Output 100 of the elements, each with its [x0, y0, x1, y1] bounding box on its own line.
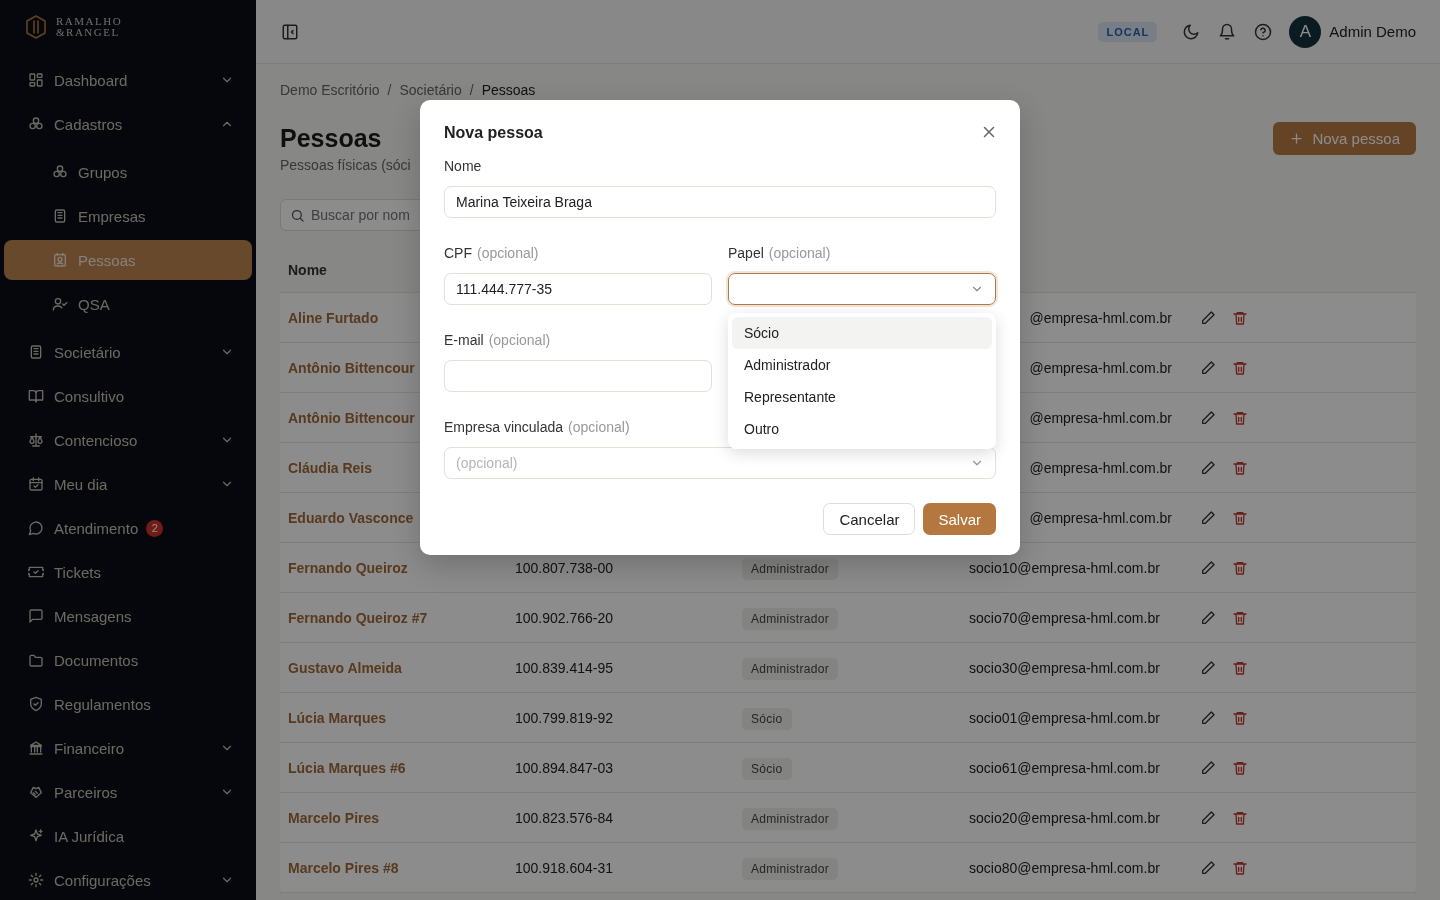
delete-icon[interactable]	[1232, 559, 1248, 576]
delete-icon[interactable]	[1232, 859, 1248, 876]
role-tag: Administrador	[742, 857, 838, 880]
delete-icon[interactable]	[1232, 759, 1248, 776]
edit-icon[interactable]	[1200, 759, 1216, 776]
sidebar-item[interactable]: Cadastros	[4, 104, 252, 144]
sidebar-item[interactable]: Financeiro	[4, 728, 252, 768]
contact-card-icon	[52, 252, 68, 268]
user-name[interactable]: Admin Demo	[1329, 23, 1416, 40]
help-icon[interactable]	[1253, 21, 1274, 42]
sidebar-item[interactable]: Empresas	[4, 196, 252, 236]
edit-icon[interactable]	[1200, 809, 1216, 826]
book-icon	[28, 388, 44, 404]
sidebar-item[interactable]: Contencioso	[4, 420, 252, 460]
field-label: Nome	[444, 158, 482, 174]
table-cell: @empresa-hml.com.br	[1029, 509, 1172, 526]
sidebar-item[interactable]: Consultivo	[4, 376, 252, 416]
person-name-link[interactable]: Lúcia Marques #6	[280, 759, 507, 776]
delete-icon[interactable]	[1232, 659, 1248, 676]
edit-icon[interactable]	[1200, 659, 1216, 676]
building-icon	[52, 208, 68, 224]
ticket-icon	[28, 564, 44, 580]
sidebar-item[interactable]: Tickets	[4, 552, 252, 592]
table-cell-text: socio01@empresa-hml.com.br	[968, 709, 1161, 726]
sidebar-item[interactable]: Configurações	[4, 860, 252, 900]
input-field[interactable]: 111.444.777-35	[444, 273, 712, 305]
field-label: Empresa vinculada	[444, 419, 564, 435]
page-subtitle: Pessoas físicas (sóci	[280, 157, 411, 173]
sidebar-item[interactable]: Regulamentos	[4, 684, 252, 724]
delete-icon[interactable]	[1232, 459, 1248, 476]
edit-icon[interactable]	[1200, 409, 1216, 426]
dialog-title: Nova pessoa	[444, 124, 543, 142]
chat-bubble-icon	[28, 520, 44, 536]
table-cell-text: 100.839.414-95	[514, 659, 615, 676]
optional-hint: (opcional)	[488, 332, 551, 348]
new-person-button[interactable]: Nova pessoa	[1273, 122, 1416, 155]
message-icon	[28, 608, 44, 624]
edit-icon[interactable]	[1200, 709, 1216, 726]
sidebar-item[interactable]: Meu dia	[4, 464, 252, 504]
user-avatar[interactable]: A	[1289, 15, 1322, 48]
bank-icon	[28, 740, 44, 756]
sidebar-item[interactable]: IA Jurídica	[4, 816, 252, 856]
circles-icon	[52, 164, 68, 180]
edit-icon[interactable]	[1200, 309, 1216, 326]
dropdown-option[interactable]: Administrador	[732, 349, 992, 381]
edit-icon[interactable]	[1200, 859, 1216, 876]
delete-icon[interactable]	[1232, 609, 1248, 626]
edit-icon[interactable]	[1200, 459, 1216, 476]
delete-icon[interactable]	[1232, 309, 1248, 326]
person-name-link[interactable]: Marcelo Pires	[280, 809, 507, 826]
select-field[interactable]: (opcional)	[444, 447, 996, 479]
table-cell: @empresa-hml.com.br	[1029, 409, 1172, 426]
person-name-link[interactable]: Fernando Queiroz #7	[280, 609, 507, 626]
role-tag: Sócio	[742, 707, 792, 730]
edit-icon[interactable]	[1200, 509, 1216, 526]
sidebar-item[interactable]: Atendimento 2	[4, 508, 252, 548]
table-cell-text: socio30@empresa-hml.com.br	[968, 659, 1161, 676]
sidebar-item[interactable]: Dashboard	[4, 60, 252, 100]
role-tag: Sócio	[742, 757, 792, 780]
input-field[interactable]	[444, 360, 712, 392]
environment-badge: LOCAL	[1098, 21, 1158, 42]
input-field[interactable]: Marina Teixeira Braga	[444, 186, 996, 218]
column-header: Nome	[287, 261, 328, 278]
person-name-link[interactable]: Marcelo Pires #8	[280, 859, 507, 876]
table-cell-text: 100.807.738-00	[514, 559, 615, 576]
delete-icon[interactable]	[1232, 509, 1248, 526]
select-field[interactable]	[728, 273, 996, 305]
dropdown-option[interactable]: Sócio	[732, 317, 992, 349]
delete-icon[interactable]	[1232, 709, 1248, 726]
dropdown-option[interactable]: Outro	[732, 413, 992, 445]
person-name-link[interactable]: Fernando Queiroz	[280, 559, 507, 576]
table-cell-text: socio20@empresa-hml.com.br	[968, 809, 1161, 826]
table-cell-text: socio10@empresa-hml.com.br	[968, 559, 1161, 576]
table-cell-text: 100.823.576-84	[514, 809, 615, 826]
breadcrumb-link[interactable]: Demo Escritório	[280, 82, 380, 98]
edit-icon[interactable]	[1200, 559, 1216, 576]
edit-icon[interactable]	[1200, 609, 1216, 626]
sidebar-item[interactable]: Documentos	[4, 640, 252, 680]
page-title: Pessoas	[280, 124, 383, 153]
delete-icon[interactable]	[1232, 359, 1248, 376]
logo-icon	[24, 12, 48, 42]
edit-icon[interactable]	[1200, 359, 1216, 376]
delete-icon[interactable]	[1232, 409, 1248, 426]
table-cell-text: socio61@empresa-hml.com.br	[968, 759, 1161, 776]
sidebar-item[interactable]: Grupos	[4, 152, 252, 192]
sidebar-item[interactable]: QSA	[4, 284, 252, 324]
breadcrumb-current: Pessoas	[481, 82, 536, 98]
person-name-link[interactable]: Lúcia Marques	[280, 709, 507, 726]
breadcrumb-link[interactable]: Societário	[399, 82, 462, 98]
sidebar-item[interactable]: Parceiros	[4, 772, 252, 812]
sparkle-icon	[28, 828, 44, 844]
sidebar-item[interactable]: Mensagens	[4, 596, 252, 636]
person-name-link[interactable]: Gustavo Almeida	[280, 659, 507, 676]
delete-icon[interactable]	[1232, 809, 1248, 826]
sidebar-item[interactable]: Societário	[4, 332, 252, 372]
dropdown-option[interactable]: Representante	[732, 381, 992, 413]
sidebar-item[interactable]: Pessoas	[4, 240, 252, 280]
save-button[interactable]: Salvar	[923, 503, 996, 535]
role-tag: Administrador	[742, 807, 838, 830]
cancel-button[interactable]: Cancelar	[823, 503, 916, 535]
